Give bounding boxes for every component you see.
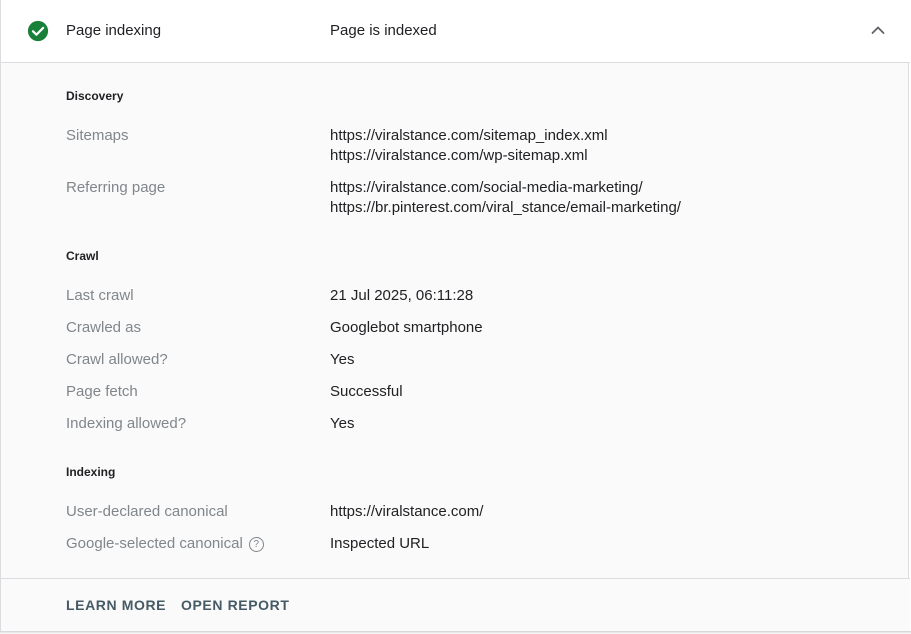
google-selected-canonical-value: Inspected URL bbox=[330, 535, 430, 552]
indexing-section-title: Indexing bbox=[66, 465, 116, 479]
header-status: Page is indexed bbox=[330, 22, 437, 39]
crawled-as-label: Crawled as bbox=[66, 319, 142, 336]
learn-more-button[interactable]: LEARN MORE bbox=[66, 597, 166, 613]
indexing-allowed-label: Indexing allowed? bbox=[66, 415, 187, 432]
referring-page-label: Referring page bbox=[66, 179, 166, 196]
last-crawl-label: Last crawl bbox=[66, 287, 134, 304]
user-declared-canonical-value: https://viralstance.com/ bbox=[330, 503, 484, 520]
header-title: Page indexing bbox=[66, 22, 162, 39]
page-indexing-card: Page indexing Page is indexed Discovery … bbox=[0, 0, 910, 631]
google-selected-canonical-label: Google-selected canonical bbox=[66, 535, 243, 552]
crawled-as-value: Googlebot smartphone bbox=[330, 319, 483, 336]
help-circle-icon[interactable]: ? bbox=[248, 537, 264, 552]
crawl-section-title: Crawl bbox=[66, 249, 99, 263]
user-declared-canonical-label: User-declared canonical bbox=[66, 503, 228, 520]
page-indexing-header[interactable]: Page indexing Page is indexed bbox=[1, 0, 910, 63]
indexing-allowed-value: Yes bbox=[330, 415, 355, 432]
sitemap-url: https://viralstance.com/sitemap_index.xm… bbox=[330, 127, 608, 144]
page-fetch-label: Page fetch bbox=[66, 383, 138, 400]
discovery-section-title: Discovery bbox=[66, 89, 124, 103]
open-report-button[interactable]: OPEN REPORT bbox=[181, 597, 290, 613]
chevron-up-icon[interactable] bbox=[869, 23, 887, 37]
check-circle-icon bbox=[27, 20, 49, 42]
google-selected-canonical-row-label: Google-selected canonical? bbox=[66, 535, 264, 552]
last-crawl-value: 21 Jul 2025, 06:11:28 bbox=[330, 287, 474, 304]
sitemap-url: https://viralstance.com/wp-sitemap.xml bbox=[330, 147, 588, 164]
crawl-allowed-label: Crawl allowed? bbox=[66, 351, 168, 368]
crawl-allowed-value: Yes bbox=[330, 351, 355, 368]
referring-page-url: https://br.pinterest.com/viral_stance/em… bbox=[330, 199, 681, 216]
card-footer: LEARN MORE OPEN REPORT bbox=[1, 578, 910, 631]
referring-page-url: https://viralstance.com/social-media-mar… bbox=[330, 179, 643, 196]
sitemaps-label: Sitemaps bbox=[66, 127, 129, 144]
page-fetch-value: Successful bbox=[330, 383, 403, 400]
